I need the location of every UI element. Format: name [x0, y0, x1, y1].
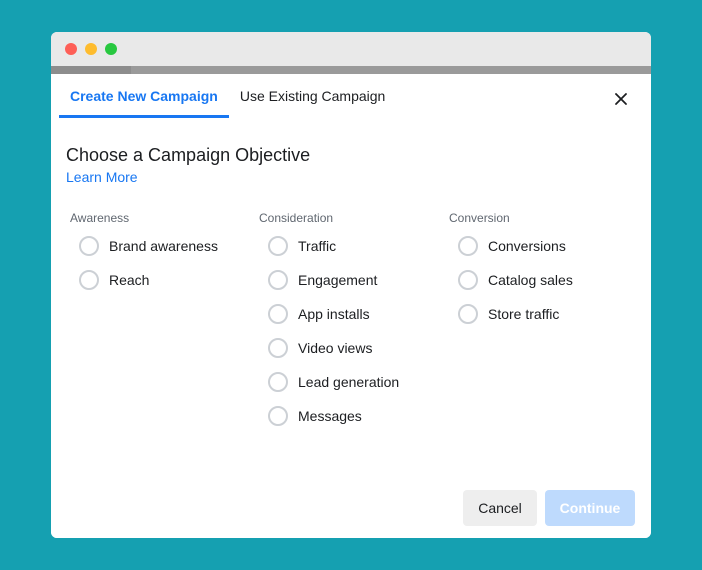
backdrop-strip-segment	[51, 66, 131, 74]
option-video-views[interactable]: Video views	[268, 331, 399, 365]
option-label: App installs	[298, 306, 370, 322]
option-brand-awareness[interactable]: Brand awareness	[79, 229, 218, 263]
option-label: Brand awareness	[109, 238, 218, 254]
option-label: Video views	[298, 340, 373, 356]
option-label: Engagement	[298, 272, 378, 288]
radio-button[interactable]	[458, 304, 478, 324]
option-engagement[interactable]: Engagement	[268, 263, 399, 297]
radio-button[interactable]	[268, 338, 288, 358]
option-label: Catalog sales	[488, 272, 573, 288]
awareness-column: Awareness Brand awareness Reach	[70, 211, 218, 297]
column-title: Awareness	[70, 211, 130, 225]
radio-button[interactable]	[458, 270, 478, 290]
option-label: Messages	[298, 408, 362, 424]
close-icon[interactable]	[613, 91, 629, 107]
dialog-tabs: Create New Campaign Use Existing Campaig…	[59, 74, 396, 118]
app-window: Create New Campaign Use Existing Campaig…	[51, 32, 651, 538]
backdrop-strip	[51, 66, 651, 74]
column-title: Consideration	[259, 211, 334, 225]
radio-button[interactable]	[79, 270, 99, 290]
radio-button[interactable]	[458, 236, 478, 256]
radio-button[interactable]	[268, 372, 288, 392]
consideration-column: Consideration Traffic Engagement App ins…	[259, 211, 399, 433]
radio-button[interactable]	[268, 270, 288, 290]
tab-create-new-campaign[interactable]: Create New Campaign	[59, 74, 229, 118]
option-app-installs[interactable]: App installs	[268, 297, 399, 331]
close-window-button[interactable]	[65, 43, 77, 55]
campaign-dialog: Create New Campaign Use Existing Campaig…	[51, 74, 651, 538]
window-titlebar	[51, 32, 651, 66]
option-label: Reach	[109, 272, 150, 288]
continue-button[interactable]: Continue	[545, 490, 635, 526]
option-label: Conversions	[488, 238, 566, 254]
maximize-window-button[interactable]	[105, 43, 117, 55]
conversion-column: Conversion Conversions Catalog sales Sto…	[449, 211, 573, 331]
option-label: Traffic	[298, 238, 337, 254]
cancel-button[interactable]: Cancel	[463, 490, 537, 526]
option-reach[interactable]: Reach	[79, 263, 218, 297]
option-label: Lead generation	[298, 374, 400, 390]
objective-heading: Choose a Campaign Objective	[66, 145, 311, 165]
radio-button[interactable]	[79, 236, 99, 256]
option-lead-generation[interactable]: Lead generation	[268, 365, 399, 399]
option-label: Store traffic	[488, 306, 560, 322]
radio-button[interactable]	[268, 406, 288, 426]
minimize-window-button[interactable]	[85, 43, 97, 55]
option-messages[interactable]: Messages	[268, 399, 399, 433]
radio-button[interactable]	[268, 236, 288, 256]
column-title: Conversion	[449, 211, 510, 225]
option-catalog-sales[interactable]: Catalog sales	[458, 263, 573, 297]
radio-button[interactable]	[268, 304, 288, 324]
learn-more-link[interactable]: Learn More	[66, 169, 138, 185]
tab-use-existing-campaign[interactable]: Use Existing Campaign	[229, 74, 397, 118]
option-store-traffic[interactable]: Store traffic	[458, 297, 573, 331]
option-conversions[interactable]: Conversions	[458, 229, 573, 263]
option-traffic[interactable]: Traffic	[268, 229, 399, 263]
